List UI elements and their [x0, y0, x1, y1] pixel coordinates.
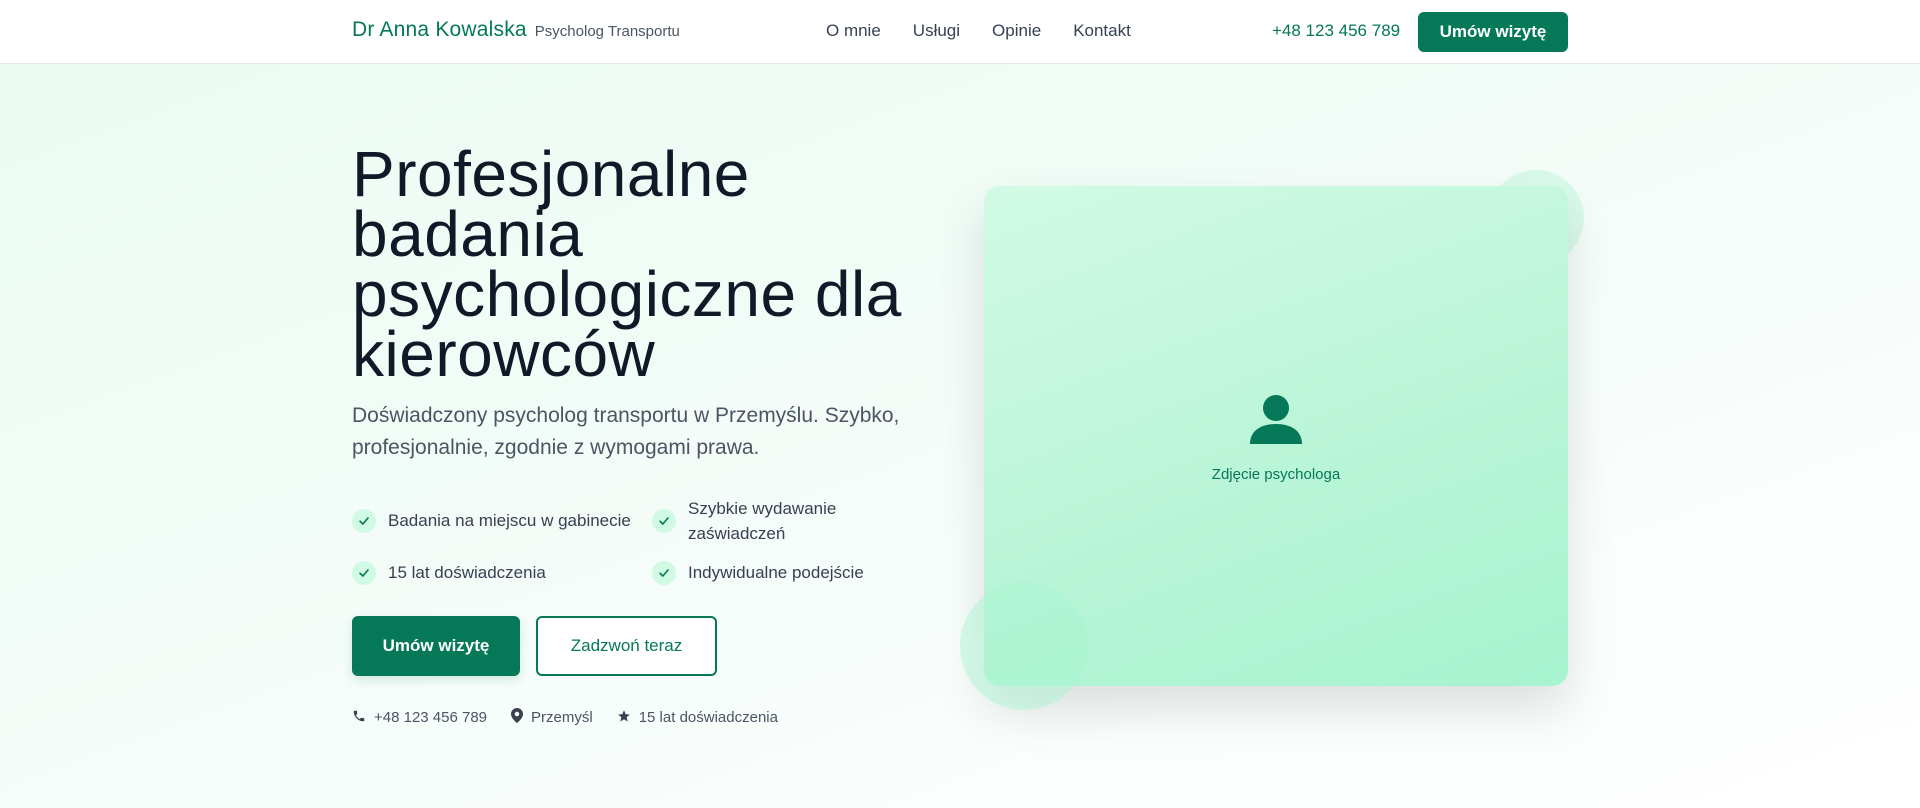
feature-label: Badania na miejscu w gabinecie: [388, 511, 631, 530]
feature-item: Badania na miejscu w gabinecie: [352, 508, 631, 533]
call-now-button[interactable]: Zadzwoń teraz: [536, 616, 717, 676]
brand-subtitle: Psycholog Transportu: [534, 23, 680, 40]
meta-experience: 15 lat doświadczenia: [617, 709, 778, 727]
nav-item-opinie[interactable]: Opinie: [992, 21, 1041, 41]
check-icon: [652, 509, 676, 533]
meta-location: Przemyśl: [511, 708, 593, 727]
book-appointment-button[interactable]: Umów wizytę: [352, 616, 520, 676]
header-phone-link[interactable]: +48 123 456 789: [1272, 21, 1400, 41]
brand[interactable]: Dr Anna Kowalska Psycholog Transportu: [352, 18, 680, 42]
check-icon: [352, 560, 376, 585]
phone-icon: [352, 709, 366, 727]
nav-item-uslugi[interactable]: Usługi: [913, 21, 960, 41]
brand-name[interactable]: Dr Anna Kowalska: [352, 18, 527, 42]
meta-experience-text: 15 lat doświadczenia: [638, 709, 778, 726]
check-icon: [652, 560, 676, 585]
feature-item: 15 lat doświadczenia: [352, 560, 546, 585]
contact-meta: +48 123 456 789 Przemyśl 15 lat doświadc…: [352, 708, 778, 727]
photo-label: Zdjęcie psychologa: [1211, 466, 1341, 483]
hero-subtitle: Doświadczony psycholog transportu w Prze…: [352, 404, 900, 459]
check-icon: [352, 508, 376, 533]
nav-item-o-mnie[interactable]: O mnie: [826, 21, 881, 41]
meta-phone[interactable]: +48 123 456 789: [352, 709, 487, 727]
feature-label: Szybkie wydawanie zaświadczeń: [688, 499, 837, 543]
nav-item-kontakt[interactable]: Kontakt: [1073, 21, 1131, 41]
main-nav: O mnie Usługi Opinie Kontakt: [826, 21, 1131, 41]
person-icon: [1250, 394, 1302, 444]
star-icon: [617, 709, 631, 727]
header-book-button[interactable]: Umów wizytę: [1418, 12, 1568, 52]
hero-title: Profesjonalne badania psychologiczne dla…: [352, 138, 902, 390]
feature-label: 15 lat doświadczenia: [388, 563, 546, 582]
map-pin-icon: [511, 708, 524, 727]
decorative-circle-bottom: [960, 582, 1088, 710]
meta-phone-text: +48 123 456 789: [374, 709, 488, 726]
meta-location-text: Przemyśl: [531, 709, 593, 726]
feature-item: Indywidualne podejście: [652, 560, 864, 585]
site-header: Dr Anna Kowalska Psycholog Transportu O …: [0, 0, 1920, 64]
feature-label: Indywidualne podejście: [688, 563, 864, 582]
feature-item: Szybkie wydawanie zaświadczeń: [652, 496, 872, 546]
